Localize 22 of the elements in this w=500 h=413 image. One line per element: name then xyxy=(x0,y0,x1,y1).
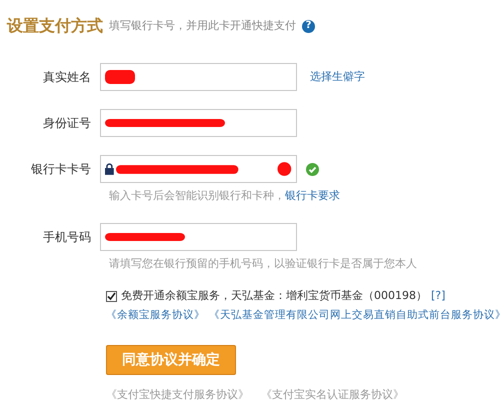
agreement-link[interactable]: 《天弘基金管理有限公司网上交易直销自助式前台服务协议》 xyxy=(209,308,500,324)
input-field[interactable] xyxy=(100,155,297,183)
help-icon[interactable]: ? xyxy=(302,20,315,32)
agreement-link[interactable]: 《支付宝快捷支付服务协议》 xyxy=(106,387,249,404)
fund-help-link[interactable]: [?] xyxy=(431,288,446,304)
field-label: 身份证号 xyxy=(42,115,92,132)
input-field[interactable] xyxy=(100,109,297,137)
field-hint: 请填写您在银行预留的手机号码，以验证银行卡是否属于您本人 xyxy=(109,256,418,272)
fund-checkbox[interactable] xyxy=(106,290,117,302)
card-requirements-link[interactable]: 银行卡要求 xyxy=(285,189,340,202)
input-field[interactable] xyxy=(100,63,297,91)
agreement-link[interactable]: 《支付宝实名认证服务协议》 xyxy=(261,387,404,404)
field-label: 手机号码 xyxy=(42,228,92,246)
page-title: 设置支付方式 xyxy=(7,15,103,37)
rare-character-link[interactable]: 选择生僻字 xyxy=(310,68,365,86)
field-hint: 输入卡号后会智能识别银行和卡种，银行卡要求 xyxy=(109,188,341,204)
input-field[interactable] xyxy=(100,222,297,250)
page-subtitle: 填写银行卡号，并用此卡开通快捷支付 xyxy=(109,18,296,34)
agreement-link[interactable]: 《余额宝服务协议》 xyxy=(106,308,205,324)
fund-service-text: 免费开通余额宝服务，天弘基金：增利宝货币基金（000198） xyxy=(121,288,427,304)
field-label: 真实姓名 xyxy=(42,69,92,86)
field-label: 银行卡卡号 xyxy=(30,161,92,178)
